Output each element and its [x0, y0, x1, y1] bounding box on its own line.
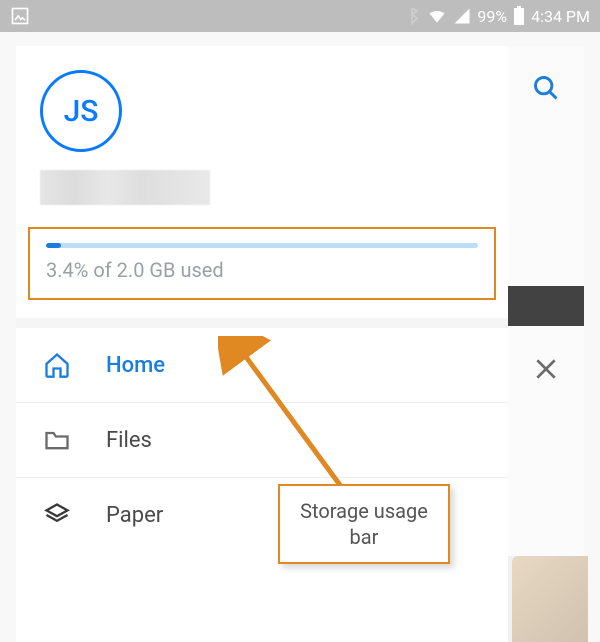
battery-icon — [513, 6, 525, 26]
clock-time: 4:34 PM — [531, 7, 590, 26]
battery-percent: 99% — [477, 7, 507, 26]
wifi-icon — [427, 6, 447, 26]
cell-signal-icon — [453, 7, 471, 25]
home-icon — [42, 350, 72, 380]
bluetooth-icon — [403, 7, 421, 25]
search-icon[interactable] — [532, 74, 560, 286]
annotation-arrow — [218, 336, 378, 506]
annotation-text: Storage usage bar — [300, 499, 428, 549]
avatar[interactable]: JS — [40, 70, 122, 152]
thumbnail-peek — [512, 556, 588, 642]
picture-icon — [10, 6, 30, 26]
storage-usage-text: 3.4% of 2.0 GB used — [46, 258, 478, 282]
username-redacted — [40, 170, 210, 205]
storage-progress-fill — [46, 243, 61, 248]
nav-label-files: Files — [106, 428, 152, 453]
close-icon[interactable] — [533, 356, 559, 389]
nav-label-home: Home — [106, 353, 165, 378]
folder-icon — [42, 425, 72, 455]
background-app-strip — [508, 46, 584, 642]
paper-icon — [42, 500, 72, 530]
storage-usage-box[interactable]: 3.4% of 2.0 GB used — [28, 227, 496, 300]
annotation-callout: Storage usage bar — [278, 484, 450, 564]
avatar-initials: JS — [64, 94, 99, 129]
profile-section: JS — [16, 46, 508, 213]
android-status-bar: 99% 4:34 PM — [0, 0, 600, 32]
nav-label-paper: Paper — [106, 503, 163, 528]
storage-progress-track — [46, 243, 478, 248]
